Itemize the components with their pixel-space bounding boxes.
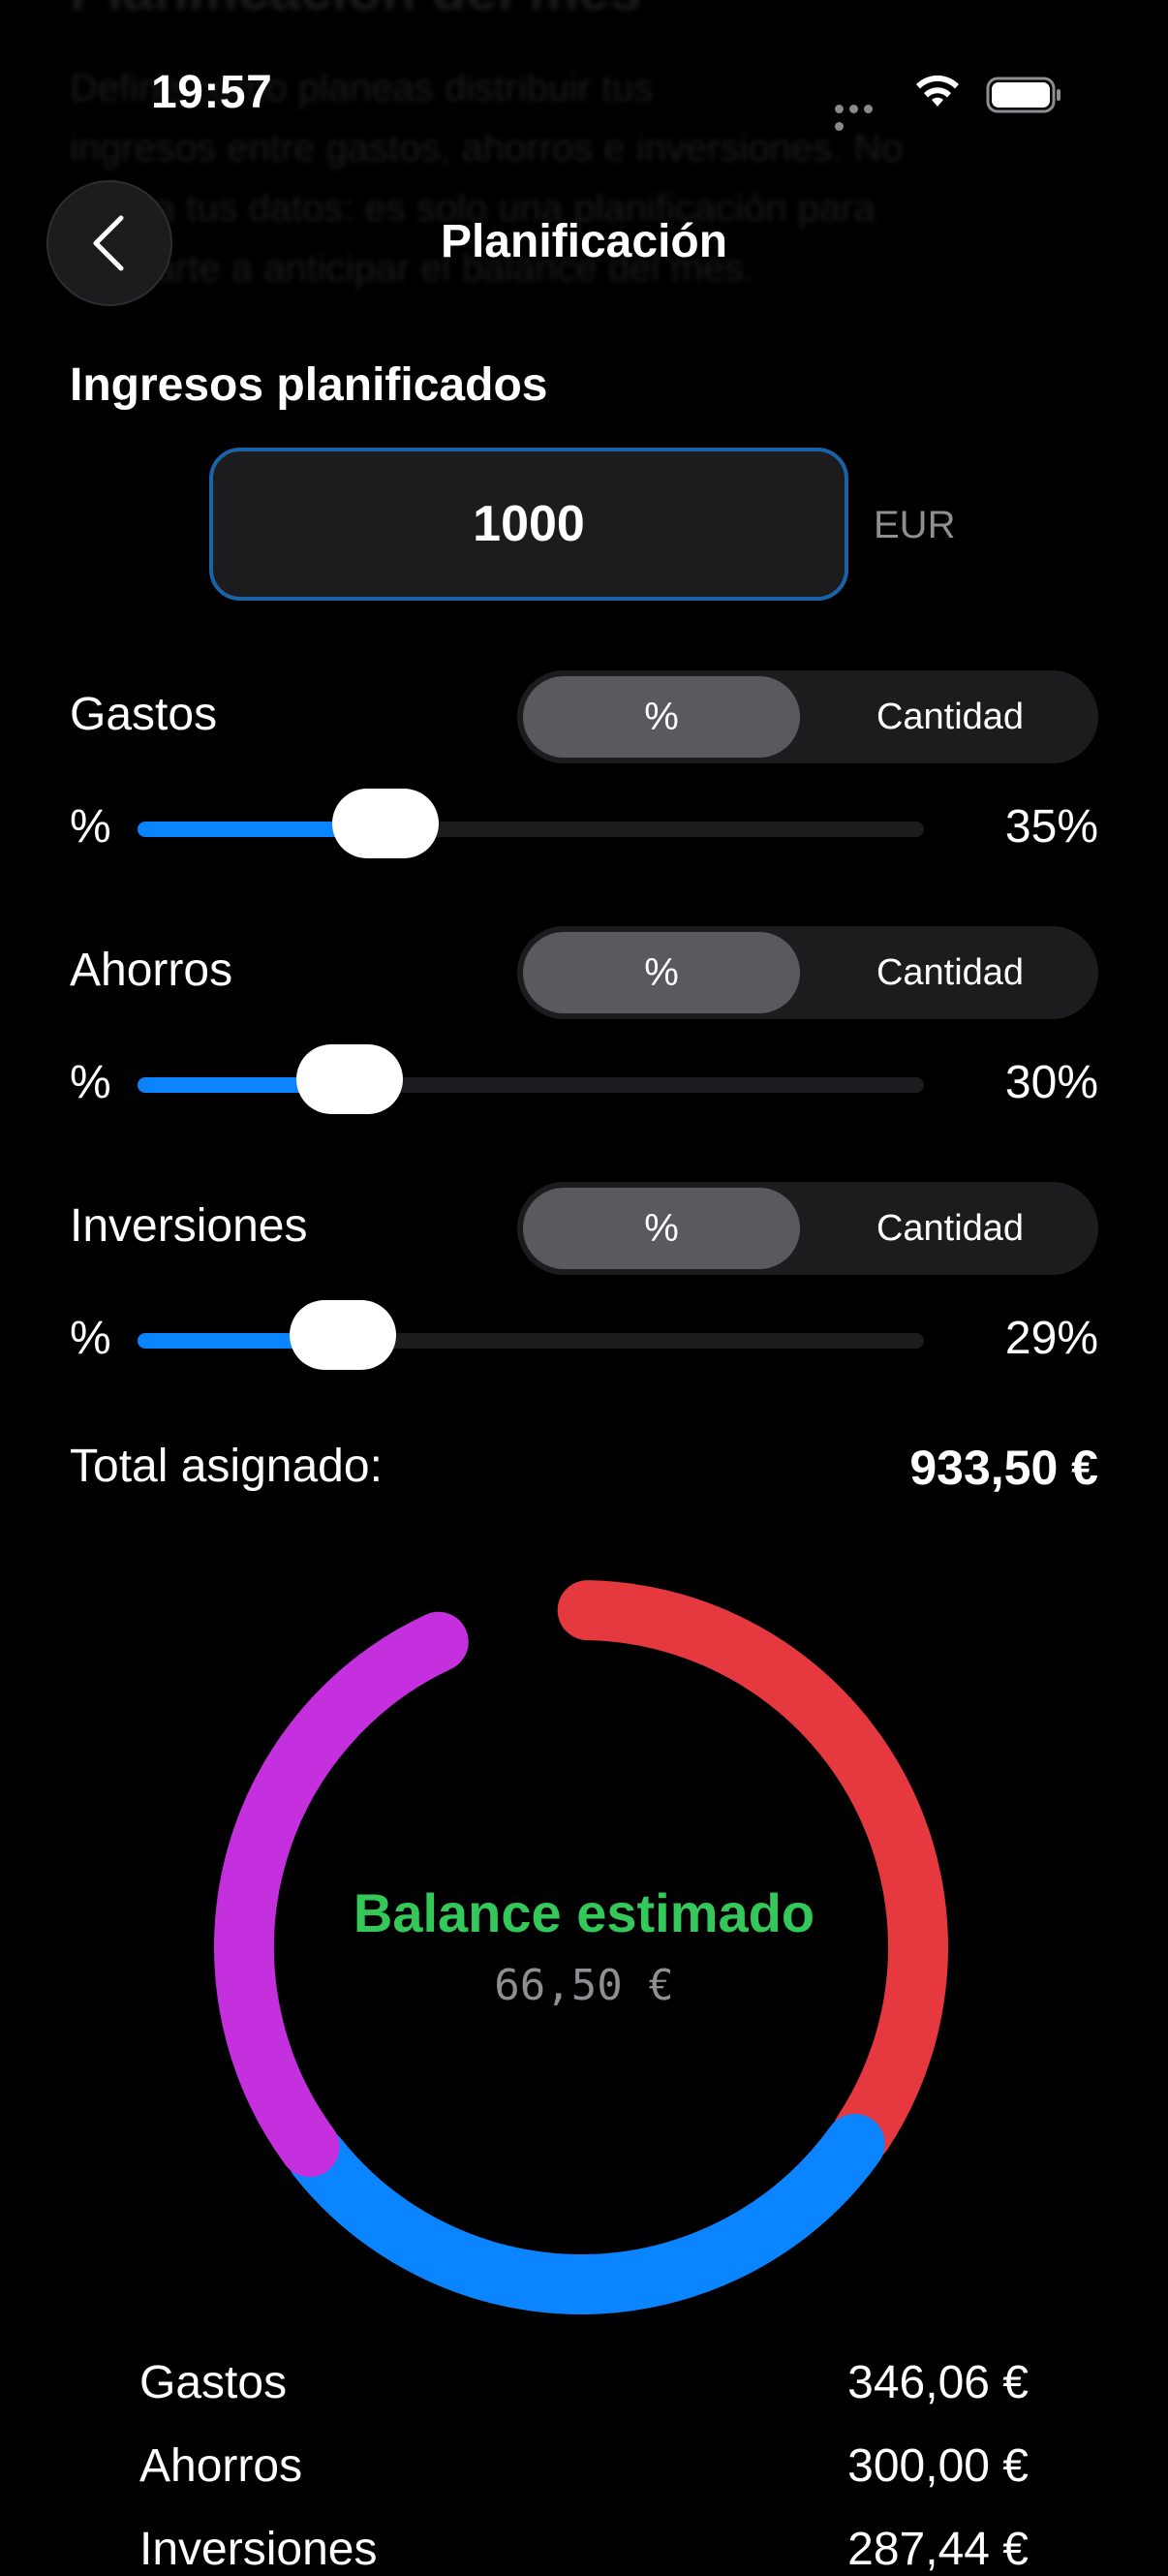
inversiones-amount-segment[interactable]: Cantidad: [808, 1188, 1092, 1269]
gastos-arc: [557, 1580, 948, 2163]
balance-value: 66,50 €: [494, 1961, 674, 2010]
inversiones-percent-value: 29%: [1004, 1313, 1098, 1364]
gastos-mode-segmented[interactable]: % Cantidad: [517, 670, 1098, 763]
inversiones-slider-thumb[interactable]: [289, 1300, 396, 1370]
gastos-percent-segment[interactable]: %: [523, 676, 800, 758]
gastos-label: Gastos: [70, 689, 218, 740]
inversiones-mode-segmented[interactable]: % Cantidad: [517, 1182, 1098, 1275]
currency-label: EUR: [874, 504, 956, 546]
allocation-donut-chart: [214, 1580, 948, 2314]
ahorros-arc: [287, 2113, 885, 2314]
total-label: Total asignado:: [70, 1441, 383, 1492]
ahorros-percent-value: 30%: [1004, 1057, 1098, 1108]
wifi-icon: [916, 75, 959, 107]
legend-ahorros-label: Ahorros: [139, 2440, 303, 2492]
legend-gastos-label: Gastos: [139, 2357, 288, 2408]
gastos-slider-thumb[interactable]: [331, 789, 439, 858]
legend-inversiones-label: Inversiones: [139, 2524, 378, 2575]
ahorros-slider[interactable]: [138, 1044, 924, 1114]
legend-gastos-value: 346,06 €: [847, 2357, 1029, 2408]
status-time: 19:57: [151, 67, 273, 118]
signal-icon: [835, 101, 891, 131]
inversiones-percent-segment[interactable]: %: [523, 1188, 800, 1269]
page-title: Planificación: [440, 216, 728, 267]
ahorros-amount-segment[interactable]: Cantidad: [808, 932, 1092, 1013]
background-line-2: ingresos entre gastos, ahorros e inversi…: [70, 127, 904, 170]
background-title: Planificación del mes: [70, 0, 641, 21]
ahorros-slider-thumb[interactable]: [296, 1044, 404, 1114]
gastos-percent-symbol: %: [70, 801, 111, 853]
gastos-slider[interactable]: [138, 789, 924, 858]
gastos-amount-segment[interactable]: Cantidad: [808, 676, 1092, 758]
ahorros-mode-segmented[interactable]: % Cantidad: [517, 926, 1098, 1019]
ahorros-percent-segment[interactable]: %: [523, 932, 800, 1013]
balance-title: Balance estimado: [353, 1882, 815, 1943]
ahorros-label: Ahorros: [70, 945, 233, 996]
ahorros-percent-symbol: %: [70, 1057, 111, 1108]
total-value: 933,50 €: [909, 1441, 1098, 1495]
battery-icon: [986, 77, 1060, 113]
income-input[interactable]: 1000: [209, 448, 848, 601]
legend-inversiones-value: 287,44 €: [847, 2524, 1029, 2575]
inversiones-label: Inversiones: [70, 1200, 308, 1252]
income-label: Ingresos planificados: [70, 359, 548, 411]
inversiones-percent-symbol: %: [70, 1313, 111, 1364]
inversiones-slider[interactable]: [138, 1300, 924, 1370]
gastos-percent-value: 35%: [1004, 801, 1098, 853]
legend-ahorros-value: 300,00 €: [847, 2440, 1029, 2492]
